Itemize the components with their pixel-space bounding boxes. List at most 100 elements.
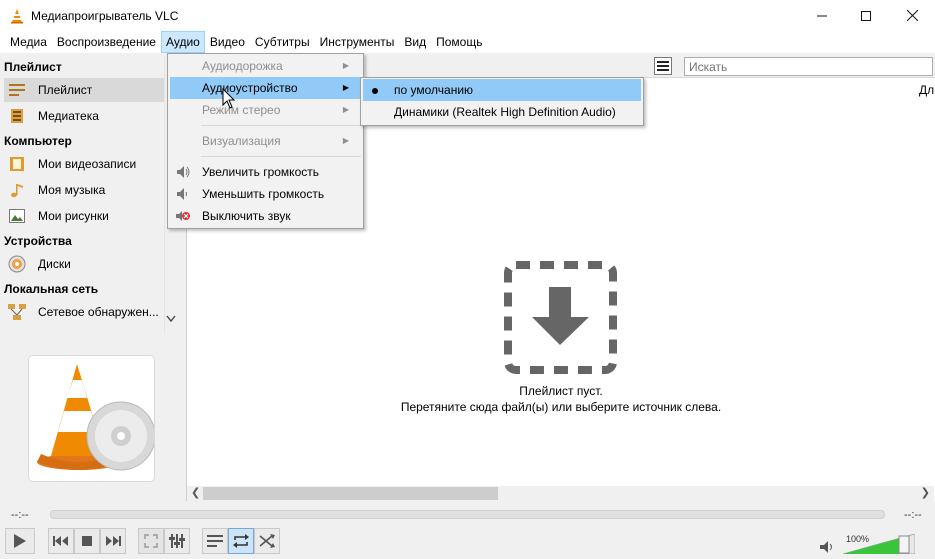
scroll-right-icon[interactable]: ❯ (921, 486, 930, 501)
volume-down-icon (177, 188, 187, 200)
submenu-arrow-icon: ▶ (342, 105, 349, 114)
audio-device-submenu: по умолчанию Динамики (Realtek High Defi… (360, 77, 644, 126)
maximize-icon (861, 10, 871, 21)
menu-item-label: по умолчанию (394, 83, 474, 97)
total-time: --:-- (904, 509, 922, 521)
search-input[interactable] (684, 57, 933, 76)
playlist-toggle-button[interactable] (202, 528, 228, 554)
album-art (28, 355, 156, 482)
film-icon (8, 155, 26, 173)
sidebar-item-library[interactable]: Медиатека (4, 104, 164, 128)
menu-item-label: Режим стерео (202, 103, 281, 117)
maximize-button[interactable] (843, 0, 889, 31)
menu-item-label: Аудиодорожка (202, 59, 283, 73)
seek-bar[interactable] (50, 510, 885, 519)
mute-icon (176, 211, 190, 221)
menu-subtitles[interactable]: Субтитры (250, 31, 315, 53)
sidebar-item-playlist[interactable]: Плейлист (4, 78, 164, 102)
extended-settings-button[interactable] (164, 528, 190, 554)
play-button[interactable] (5, 528, 35, 554)
sidebar-item-discs[interactable]: Диски (4, 252, 164, 276)
radio-selected-icon (372, 88, 378, 94)
sidebar-item-network-discovery[interactable]: Сетевое обнаружен... (4, 300, 164, 324)
network-icon (8, 303, 26, 321)
menu-item-volume-down[interactable]: Уменьшить громкость (170, 183, 361, 205)
fullscreen-button[interactable] (138, 528, 164, 554)
next-button[interactable] (100, 528, 126, 554)
scrollbar-thumb[interactable] (203, 487, 498, 500)
playlist-icon (207, 535, 223, 547)
music-note-icon (8, 181, 26, 199)
empty-playlist-hint: Перетяните сюда файл(ы) или выберите ист… (400, 400, 722, 414)
menu-item-label: Визуализация (202, 134, 281, 148)
audio-menu-dropdown: Аудиодорожка ▶ Аудиоустройство ▶ Режим с… (167, 53, 364, 229)
menu-item-stereo-mode[interactable]: Режим стерео ▶ (170, 99, 361, 121)
volume-icon[interactable] (820, 541, 834, 556)
sidebar-item-videos[interactable]: Мои видеозаписи (4, 152, 164, 176)
menu-item-device-default[interactable]: по умолчанию (363, 79, 641, 101)
menu-item-volume-up[interactable]: Увеличить громкость (170, 161, 361, 183)
sidebar-item-music[interactable]: Моя музыка (4, 178, 164, 202)
menu-video[interactable]: Видео (205, 31, 250, 53)
library-icon (8, 107, 26, 125)
play-icon (14, 534, 26, 548)
menu-item-label: Динамики (Realtek High Definition Audio) (394, 105, 616, 119)
menu-tools[interactable]: Инструменты (315, 31, 400, 53)
shuffle-icon (259, 534, 275, 548)
playlist-view-button[interactable] (654, 57, 672, 75)
column-header-duration[interactable]: Дл (919, 83, 934, 97)
sidebar-item-label: Мои рисунки (38, 209, 109, 223)
stop-button[interactable] (74, 528, 100, 554)
previous-button[interactable] (48, 528, 74, 554)
vlc-cone-icon (11, 8, 23, 23)
menu-item-mute[interactable]: Выключить звук (170, 205, 361, 227)
volume-slider[interactable] (843, 534, 915, 554)
section-network: Локальная сеть (4, 282, 99, 296)
menu-item-label: Аудиоустройство (202, 81, 298, 95)
sidebar-item-label: Медиатека (38, 109, 99, 123)
sidebar-item-pictures[interactable]: Мои рисунки (4, 204, 164, 228)
loop-button[interactable] (228, 528, 254, 554)
menu-item-device-speakers[interactable]: Динамики (Realtek High Definition Audio) (363, 101, 641, 123)
menu-separator (201, 125, 361, 126)
empty-playlist-title: Плейлист пуст. (519, 384, 603, 398)
previous-icon (53, 536, 68, 546)
menu-item-audio-track[interactable]: Аудиодорожка ▶ (170, 55, 361, 77)
menu-audio[interactable]: Аудио (160, 31, 205, 53)
minimize-icon (817, 15, 827, 16)
repeat-icon (233, 534, 249, 548)
sidebar-item-label: Сетевое обнаружен... (38, 305, 159, 319)
elapsed-time: --:-- (11, 509, 29, 521)
submenu-arrow-icon: ▶ (342, 83, 349, 92)
horizontal-scrollbar[interactable]: ❮ ❯ (187, 486, 934, 501)
mouse-cursor-icon (222, 88, 236, 109)
drop-download-icon (504, 261, 617, 374)
shuffle-button[interactable] (254, 528, 280, 554)
menu-media[interactable]: Медиа (5, 31, 52, 53)
menu-help[interactable]: Помощь (431, 31, 487, 53)
title-bar: Медиапроигрыватель VLC (0, 0, 935, 31)
menu-item-label: Увеличить громкость (202, 165, 319, 179)
minimize-button[interactable] (799, 0, 845, 31)
menu-view[interactable]: Вид (399, 31, 431, 53)
playlist-icon (8, 81, 26, 99)
sidebar-item-label: Диски (38, 257, 71, 271)
menu-playback[interactable]: Воспроизведение (52, 31, 161, 53)
volume-up-icon (177, 166, 190, 178)
fullscreen-icon (144, 534, 158, 548)
close-button[interactable] (889, 0, 935, 31)
menu-item-visualization[interactable]: Визуализация ▶ (170, 130, 361, 152)
submenu-arrow-icon: ▶ (342, 136, 349, 145)
window-title: Медиапроигрыватель VLC (31, 8, 179, 23)
sidebar-item-label: Плейлист (38, 83, 93, 97)
scroll-left-icon[interactable]: ❮ (191, 486, 200, 501)
menu-item-audio-device[interactable]: Аудиоустройство ▶ (170, 77, 361, 99)
menu-bar: Медиа Воспроизведение Аудио Видео Субтит… (0, 31, 935, 53)
section-computer: Компьютер (4, 134, 72, 148)
list-icon (657, 61, 669, 71)
sidebar-item-label: Моя музыка (38, 183, 106, 197)
picture-icon (8, 207, 26, 225)
menu-item-label: Уменьшить громкость (202, 187, 325, 201)
disc-icon (8, 255, 26, 273)
chevron-down-icon[interactable] (166, 314, 176, 326)
